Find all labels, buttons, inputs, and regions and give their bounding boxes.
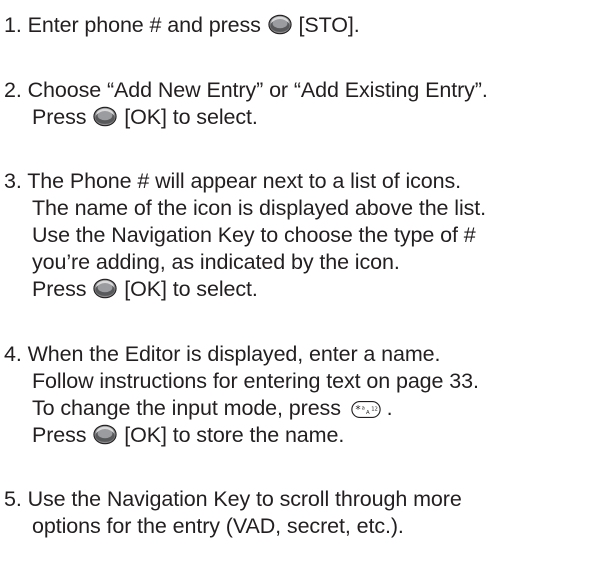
instruction-document: 1. Enter phone # and press [STO]. 2. Cho… xyxy=(0,0,616,561)
step-5: 5. Use the Navigation Key to scroll thro… xyxy=(4,486,462,512)
step-3-line-2: The name of the icon is displayed above … xyxy=(32,196,487,220)
ok-button-icon xyxy=(268,14,292,35)
step-3: 3. The Phone # will appear next to a lis… xyxy=(4,168,461,194)
step-4-line-3: To change the input mode, press . xyxy=(32,395,393,421)
step-4-text: When the Editor is displayed, enter a na… xyxy=(27,342,441,366)
step-3-text: The Phone # will appear next to a list o… xyxy=(27,169,462,193)
step-4: 4. When the Editor is displayed, enter a… xyxy=(4,341,441,367)
step-3-line-3: Use the Navigation Key to choose the typ… xyxy=(32,223,476,247)
step-3-press-label: Press xyxy=(32,277,87,301)
step-5-number: 5. xyxy=(4,487,22,511)
step-4-line-4: Press [OK] to store the name. xyxy=(32,422,344,448)
ok-button-icon xyxy=(93,106,117,127)
step-2-suffix: [OK] to select. xyxy=(124,105,258,129)
ok-button-icon xyxy=(93,278,117,299)
step-5-text: Use the Navigation Key to scroll through… xyxy=(27,487,462,511)
step-1-text: Enter phone # and press xyxy=(27,13,261,37)
step-5-line-2: options for the entry (VAD, secret, etc.… xyxy=(32,514,404,538)
step-4-mode-label: To change the input mode, press xyxy=(32,396,341,420)
step-3-suffix: [OK] to select. xyxy=(124,277,258,301)
step-4-line-2: Follow instructions for entering text on… xyxy=(32,369,479,393)
step-1-suffix: [STO]. xyxy=(298,13,360,37)
step-4-press-label: Press xyxy=(32,423,87,447)
step-3-number: 3. xyxy=(4,169,22,193)
step-3-line-5: Press [OK] to select. xyxy=(32,276,258,302)
step-3-line-4: you’re adding, as indicated by the icon. xyxy=(32,250,400,274)
step-4-mode-suffix: . xyxy=(386,396,393,420)
step-2-text: Choose “Add New Entry” or “Add Existing … xyxy=(27,78,488,102)
step-4-number: 4. xyxy=(4,342,22,366)
step-2-line-2: Press [OK] to select. xyxy=(32,104,258,130)
ok-button-icon xyxy=(93,424,117,445)
step-1: 1. Enter phone # and press [STO]. xyxy=(4,12,360,38)
star-key-icon xyxy=(351,400,381,419)
step-1-number: 1. xyxy=(4,13,22,37)
step-2: 2. Choose “Add New Entry” or “Add Existi… xyxy=(4,77,488,103)
step-2-number: 2. xyxy=(4,78,22,102)
step-4-suffix: [OK] to store the name. xyxy=(124,423,345,447)
step-2-press-label: Press xyxy=(32,105,87,129)
